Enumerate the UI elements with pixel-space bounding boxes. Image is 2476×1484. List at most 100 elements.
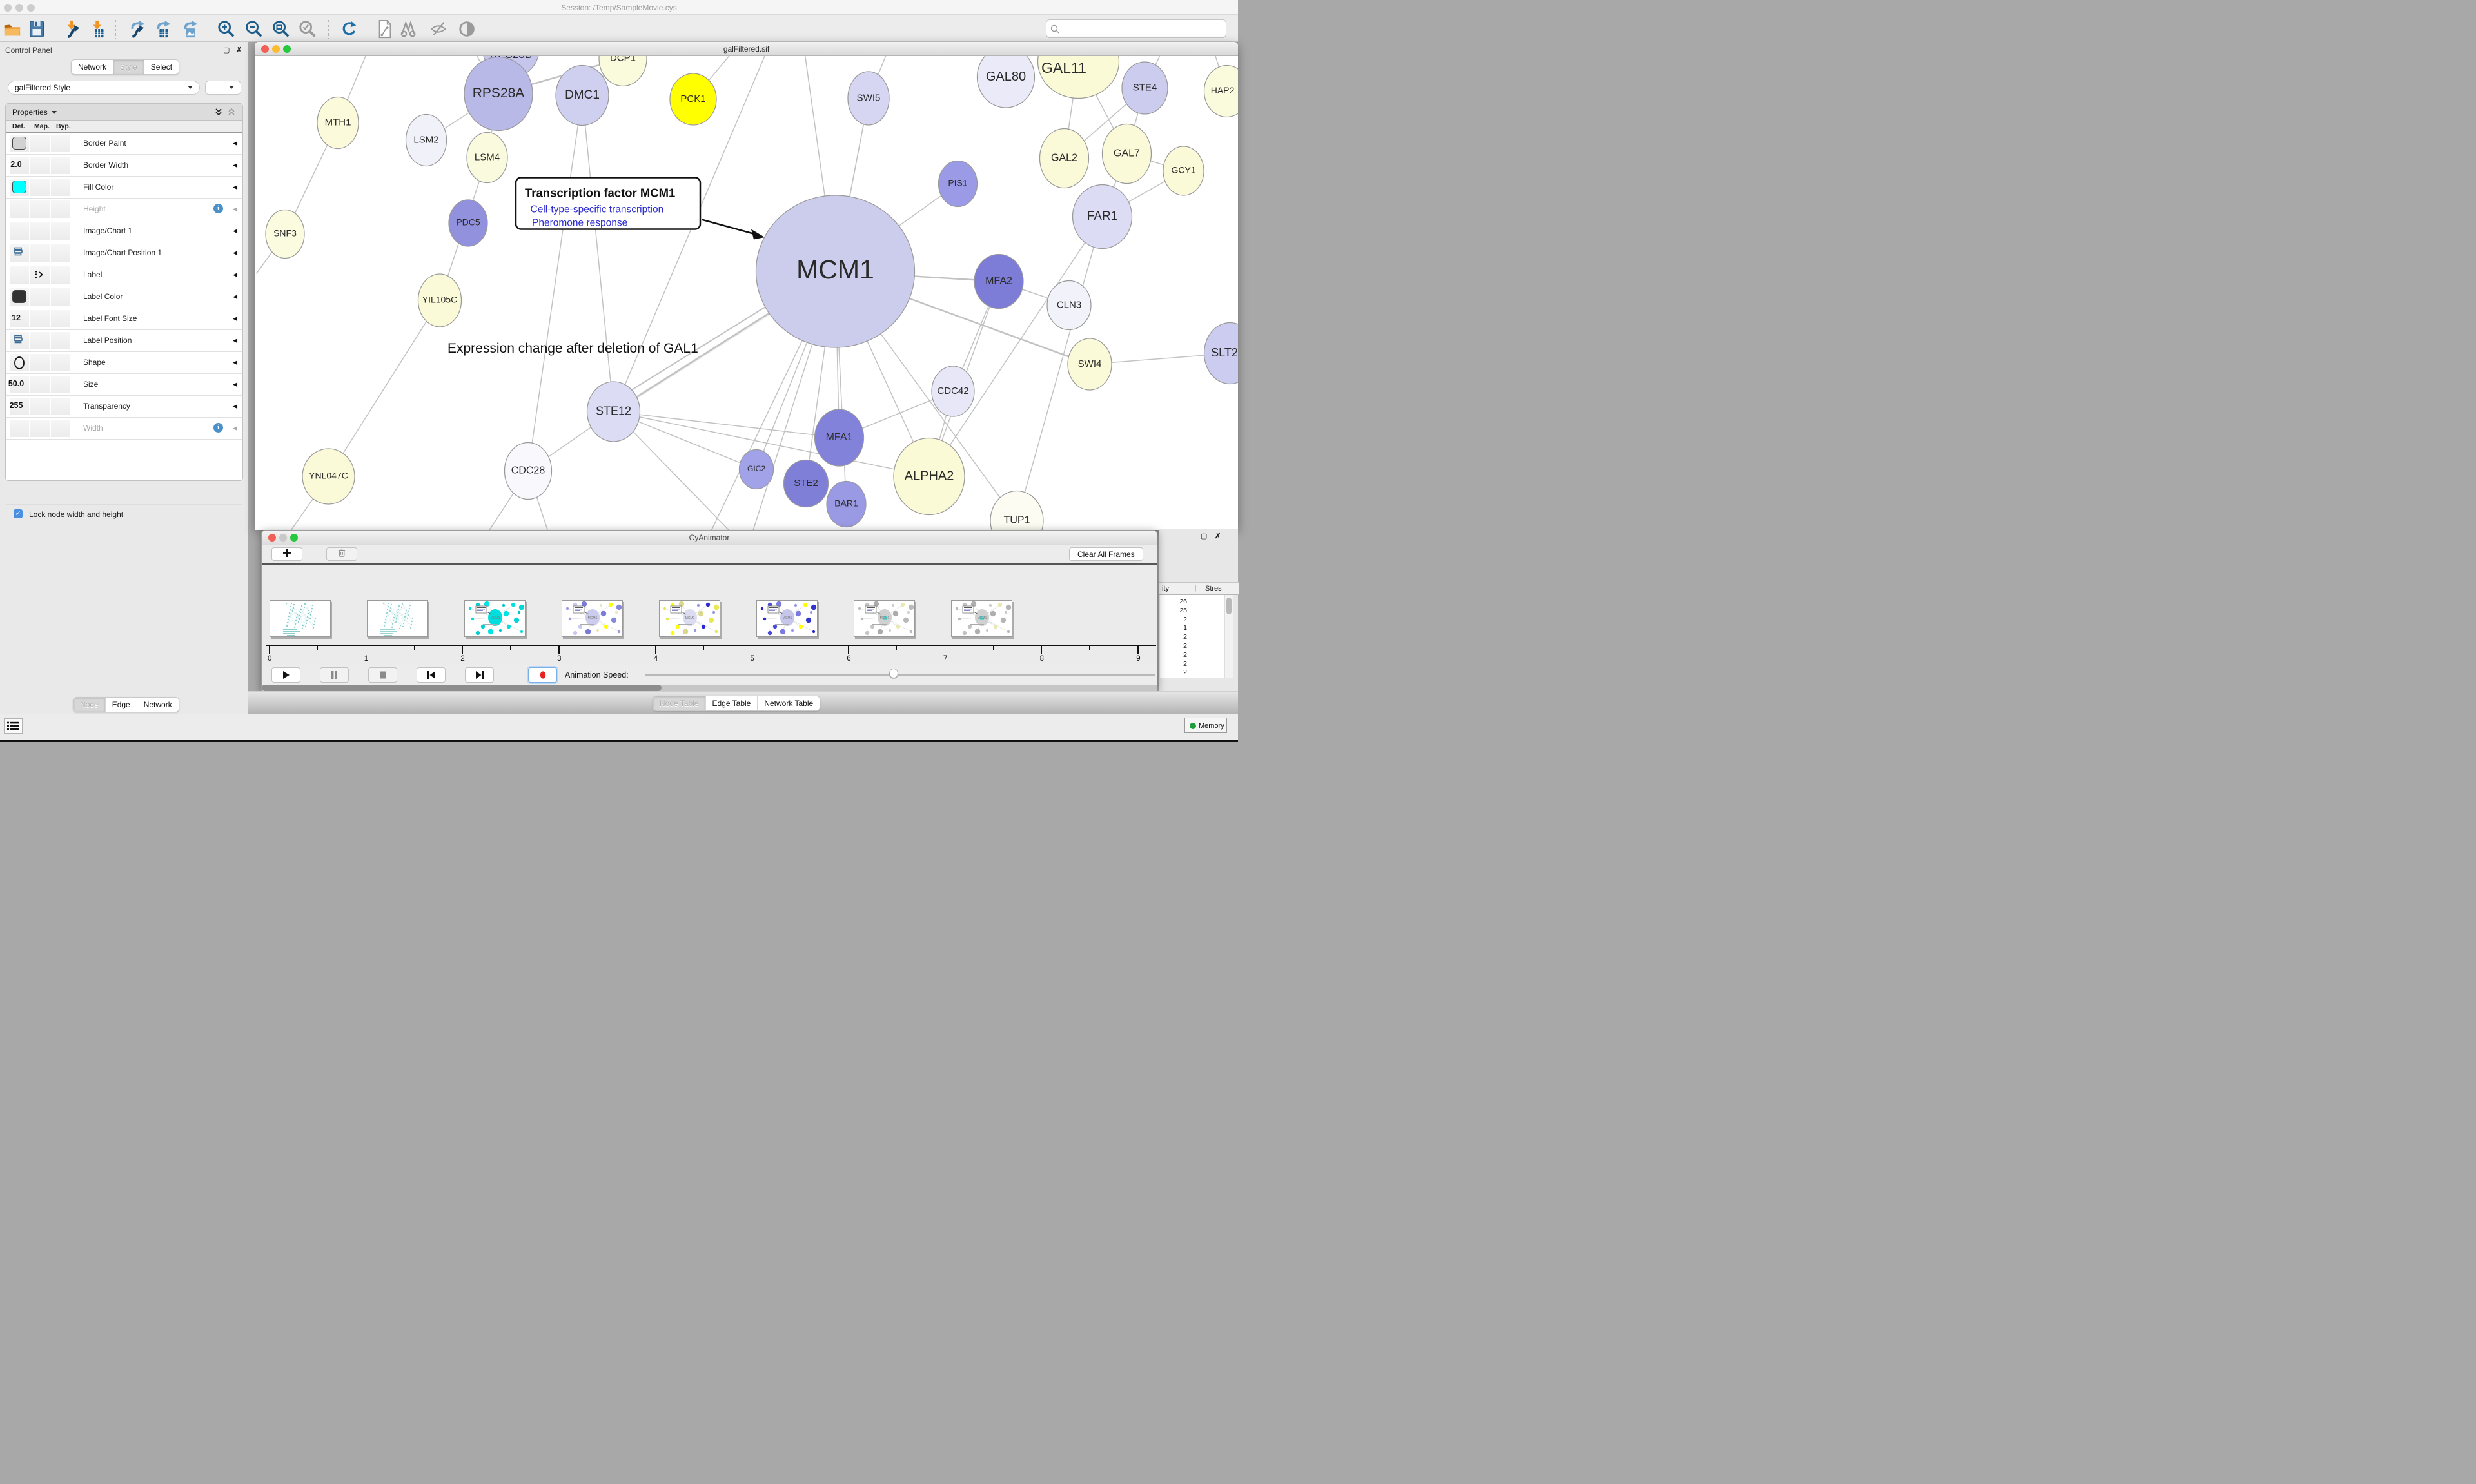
network-node-gal80[interactable]: GAL80	[978, 56, 1035, 108]
network-node-pck1[interactable]: PCK1	[670, 73, 716, 125]
expand-row-icon[interactable]: ◀	[233, 315, 237, 322]
collapse-all-icon[interactable]	[227, 108, 236, 117]
save-icon[interactable]	[27, 19, 46, 39]
property-row-label[interactable]: Label◀	[6, 264, 242, 286]
property-row-fill-color[interactable]: Fill Color◀	[6, 177, 242, 199]
network-node-cdc28[interactable]: CDC28	[505, 443, 552, 500]
network-node-pdc5[interactable]: PDC5	[449, 200, 487, 246]
expand-row-icon[interactable]: ◀	[233, 359, 237, 366]
frame-thumbnail-2[interactable]: MCM1	[464, 600, 526, 637]
network-edge[interactable]	[528, 95, 582, 471]
record-button[interactable]	[528, 667, 557, 683]
expand-row-icon[interactable]: ◀	[233, 337, 237, 344]
doc-network-icon[interactable]	[375, 19, 395, 39]
property-row-width[interactable]: Widthi◀	[6, 418, 242, 440]
mcm1-annotation-box[interactable]: Transcription factor MCM1Cell-type-speci…	[516, 178, 765, 240]
property-row-label-color[interactable]: Label Color◀	[6, 286, 242, 308]
property-row-label-font-size[interactable]: 12Label Font Size◀	[6, 308, 242, 330]
table-cell[interactable]: 25	[1179, 607, 1187, 614]
property-row-size[interactable]: 50.0Size◀	[6, 374, 242, 396]
frame-thumbnail-1[interactable]	[367, 600, 428, 637]
property-row-height[interactable]: Heighti◀	[6, 199, 242, 220]
tab-edge-table[interactable]: Edge Table	[706, 696, 758, 710]
property-row-image-chart-position-1[interactable]: Image/Chart Position 1◀	[6, 242, 242, 264]
network-node-bar1[interactable]: BAR1	[827, 482, 866, 527]
network-node-tup1[interactable]: TUP1	[990, 491, 1043, 531]
network-node-ste12[interactable]: STE12	[587, 382, 640, 442]
network-edge[interactable]	[582, 95, 614, 412]
export-network-icon[interactable]	[128, 19, 147, 39]
network-node-slt2[interactable]: SLT2	[1204, 323, 1239, 384]
network-node-gal11[interactable]: GAL11	[1038, 56, 1119, 99]
frame-thumbnail-7[interactable]: MCM1	[951, 600, 1012, 637]
tab-network[interactable]: Network	[72, 60, 113, 74]
zoom-in-icon[interactable]	[217, 19, 236, 39]
network-node-mfa2[interactable]: MFA2	[974, 255, 1023, 309]
frame-thumbnail-3[interactable]: MCM1	[562, 600, 623, 637]
default-value-swatch[interactable]	[12, 181, 26, 193]
zoom-fit-icon[interactable]	[271, 19, 291, 39]
frame-thumbnail-5[interactable]: MCM1	[756, 600, 818, 637]
frame-thumbnail-4[interactable]: MCM1	[659, 600, 720, 637]
network-node-cln3[interactable]: CLN3	[1047, 281, 1091, 330]
default-value[interactable]: 12	[7, 313, 25, 322]
position-icon[interactable]	[13, 246, 23, 260]
tab-select[interactable]: Select	[144, 60, 179, 74]
frame-thumbnail-6[interactable]: MCM1	[854, 600, 915, 637]
expand-row-icon[interactable]: ◀	[233, 381, 237, 388]
zoom-selected-icon[interactable]	[298, 19, 317, 39]
network-node-mcm1[interactable]: MCM1	[756, 195, 915, 347]
close-panel-icon[interactable]: ✗	[1215, 532, 1221, 540]
network-node-dmc1[interactable]: DMC1	[556, 66, 609, 126]
property-row-image-chart-1[interactable]: Image/Chart 1◀	[6, 220, 242, 242]
style-options-button[interactable]	[205, 81, 241, 95]
default-value-swatch[interactable]	[12, 137, 26, 150]
network-node-cdc42[interactable]: CDC42	[932, 366, 974, 416]
expand-all-icon[interactable]	[214, 108, 223, 117]
pause-button[interactable]	[320, 667, 349, 683]
export-image-icon[interactable]	[181, 19, 200, 39]
tab-network-table[interactable]: Network Table	[758, 696, 820, 710]
network-node-gic2[interactable]: GIC2	[740, 450, 774, 489]
table-cell[interactable]: 2	[1183, 669, 1187, 676]
position-icon[interactable]	[13, 334, 23, 347]
network-node-ynl047c[interactable]: YNL047C	[302, 449, 355, 504]
property-row-border-width[interactable]: 2.0Border Width◀	[6, 155, 242, 177]
zoom-out-icon[interactable]	[244, 19, 264, 39]
network-node-gal7[interactable]: GAL7	[1103, 124, 1152, 184]
property-row-transparency[interactable]: 255Transparency◀	[6, 396, 242, 418]
network-node-gcy1[interactable]: GCY1	[1163, 146, 1204, 195]
stop-button[interactable]	[368, 667, 397, 683]
tab-node-table[interactable]: Node Table	[653, 696, 706, 710]
table-cell[interactable]: 2	[1183, 633, 1187, 641]
network-node-hap2[interactable]: HAP2	[1204, 66, 1239, 117]
network-edge[interactable]	[614, 412, 840, 438]
network-node-ste2[interactable]: STE2	[784, 460, 829, 507]
network-node-mth1[interactable]: MTH1	[317, 97, 359, 149]
network-node-swi4[interactable]: SWI4	[1068, 338, 1112, 390]
info-icon[interactable]: i	[213, 423, 223, 433]
tab-node[interactable]: Node	[74, 698, 106, 712]
float-panel-icon[interactable]: ▢	[1201, 532, 1207, 540]
animation-speed-slider-thumb[interactable]	[889, 669, 898, 678]
tab-edge[interactable]: Edge	[106, 698, 137, 712]
search-input[interactable]	[1046, 19, 1226, 38]
show-panel-list-button[interactable]	[4, 718, 23, 734]
table-cell[interactable]: 2	[1183, 616, 1187, 623]
open-folder-icon[interactable]	[3, 19, 22, 39]
memory-button[interactable]: Memory	[1184, 718, 1227, 733]
table-rows[interactable]: 26252122222	[1160, 595, 1224, 678]
properties-header[interactable]: Properties	[6, 104, 242, 121]
expand-row-icon[interactable]: ◀	[233, 228, 237, 235]
ellipse-icon[interactable]	[13, 356, 26, 373]
default-value[interactable]: 50.0	[7, 379, 25, 388]
import-table-icon[interactable]	[89, 19, 108, 39]
delete-frame-button[interactable]	[326, 547, 357, 561]
skip-end-button[interactable]	[465, 667, 494, 683]
import-network-icon[interactable]	[63, 19, 83, 39]
tab-network[interactable]: Network	[137, 698, 179, 712]
frame-thumbnail-0[interactable]	[270, 600, 331, 637]
play-button[interactable]	[271, 667, 300, 683]
expand-row-icon[interactable]: ◀	[233, 293, 237, 300]
expand-row-icon[interactable]: ◀	[233, 249, 237, 257]
